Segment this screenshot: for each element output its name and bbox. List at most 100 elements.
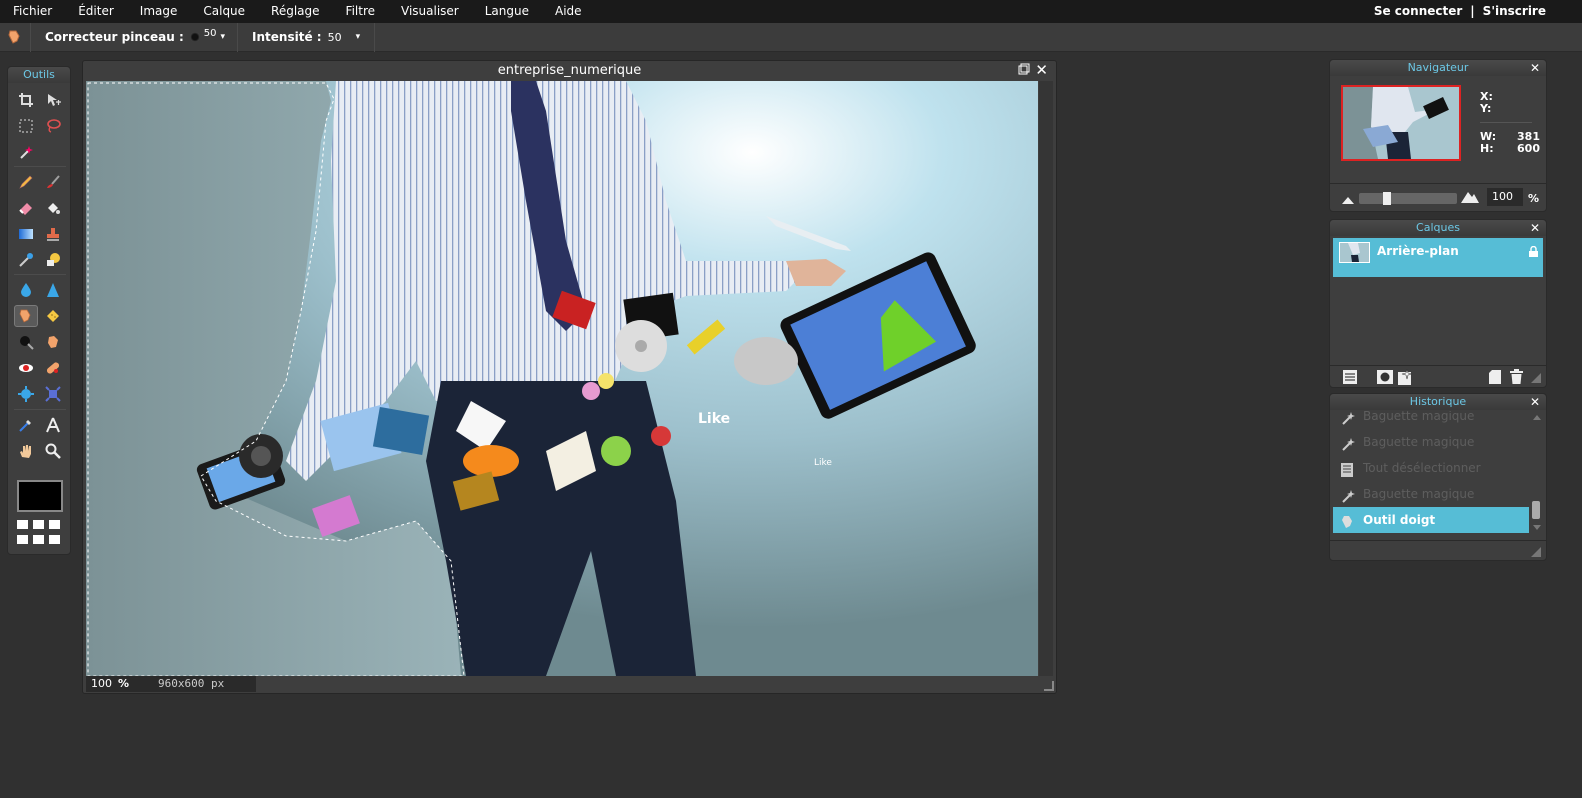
layer-mask-icon[interactable] <box>1377 370 1393 387</box>
menu-aide[interactable]: Aide <box>542 0 595 23</box>
navigator-zoom-input[interactable]: 100 <box>1487 188 1523 206</box>
navigator-zoom-slider-knob[interactable] <box>1383 192 1391 205</box>
dodge-tool[interactable] <box>41 331 65 353</box>
blur-tool[interactable] <box>14 279 38 301</box>
brush-dropdown-icon[interactable]: ▾ <box>221 32 226 42</box>
stamp-icon <box>47 228 59 241</box>
tools-panel-title: Outils <box>8 67 70 83</box>
history-title: Historique <box>1409 395 1467 408</box>
history-list: Baguette magique Baguette magique Tout d… <box>1333 411 1529 539</box>
layers-panel: Calques ✕ Arrière-plan <box>1329 219 1547 388</box>
zoom-tool[interactable] <box>41 440 65 462</box>
color-replace-tool[interactable] <box>14 249 38 271</box>
login-link[interactable]: Se connecter <box>1374 0 1462 23</box>
document-status-bar: 100 % 960x600 px <box>86 676 256 692</box>
brush-size-value[interactable]: 50 <box>204 28 217 39</box>
lasso-tool[interactable] <box>41 115 65 137</box>
zoom-in-mountain-icon[interactable] <box>1461 189 1479 206</box>
pencil-tool[interactable] <box>14 171 38 193</box>
history-item[interactable]: Baguette magique <box>1333 429 1529 455</box>
menu-editer[interactable]: Éditer <box>65 0 127 23</box>
close-layers-icon[interactable]: ✕ <box>1530 220 1540 236</box>
crop-icon <box>19 93 33 107</box>
close-document-icon[interactable]: ✕ <box>1035 61 1048 79</box>
signup-link[interactable]: S'inscrire <box>1483 0 1546 23</box>
account-links: Se connecter | S'inscrire <box>1374 0 1546 23</box>
new-layer-icon[interactable] <box>1489 370 1501 387</box>
menu-langue[interactable]: Langue <box>472 0 542 23</box>
history-scrollbar[interactable] <box>1531 413 1542 533</box>
resize-handle-icon[interactable] <box>1044 681 1054 691</box>
layer-styles-icon[interactable] <box>1398 368 1414 388</box>
history-item[interactable]: Baguette magique <box>1333 411 1529 429</box>
marquee-tool[interactable] <box>14 115 38 137</box>
gradient-tool[interactable] <box>14 223 38 245</box>
close-history-icon[interactable]: ✕ <box>1530 394 1540 410</box>
layer-settings-icon[interactable] <box>1343 370 1357 387</box>
menu-image[interactable]: Image <box>127 0 191 23</box>
history-header: Historique ✕ <box>1330 394 1546 410</box>
pinch-tool[interactable] <box>41 383 65 405</box>
layer-thumbnail <box>1339 242 1370 263</box>
history-item-label: Baguette magique <box>1363 487 1475 501</box>
trash-icon[interactable] <box>1510 369 1523 387</box>
menu-filtre[interactable]: Filtre <box>333 0 388 23</box>
pencil-icon <box>19 175 33 189</box>
burn-tool[interactable] <box>14 331 38 353</box>
drawing-tool[interactable] <box>41 249 65 271</box>
navigator-zoom-bar: 100 % <box>1330 183 1546 212</box>
sharpen-tool[interactable] <box>41 279 65 301</box>
clone-stamp-tool[interactable] <box>41 223 65 245</box>
brush-preview-icon[interactable] <box>189 32 200 42</box>
canvas-image[interactable]: Like Like <box>86 81 1038 676</box>
brush-tool[interactable] <box>41 171 65 193</box>
foreground-color-swatch[interactable] <box>17 480 63 512</box>
bloat-tool[interactable] <box>14 383 38 405</box>
image-canvas[interactable]: Like Like <box>86 81 1038 676</box>
document-zoom-unit: % <box>118 677 130 690</box>
zoom-out-mountain-icon[interactable] <box>1342 193 1354 207</box>
smudge-finger-icon <box>19 309 31 323</box>
intensity-dropdown-icon[interactable]: ▾ <box>356 32 361 42</box>
red-eye-icon <box>19 364 33 372</box>
magic-wand-tool[interactable] <box>14 141 38 163</box>
menu-calque[interactable]: Calque <box>190 0 258 23</box>
move-tool[interactable] <box>41 89 65 111</box>
restore-window-icon[interactable] <box>1018 63 1030 78</box>
menu-fichier[interactable]: Fichier <box>0 0 65 23</box>
sponge-icon <box>47 310 59 322</box>
type-tool[interactable] <box>41 414 65 436</box>
move-icon <box>48 94 61 106</box>
navigator-thumbnail[interactable] <box>1341 85 1461 161</box>
layout-switch-icon[interactable] <box>17 520 63 548</box>
document-vertical-scrollbar[interactable] <box>1039 81 1053 676</box>
navigator-info: X: Y: W: 381 H: 600 <box>1480 91 1540 155</box>
history-scrollbar-thumb[interactable] <box>1532 501 1540 519</box>
history-item-active[interactable]: Outil doigt <box>1333 507 1529 533</box>
menu-reglage[interactable]: Réglage <box>258 0 333 23</box>
layer-name: Arrière-plan <box>1377 244 1459 258</box>
layer-row[interactable]: Arrière-plan <box>1333 238 1543 277</box>
color-picker-tool[interactable] <box>14 414 38 436</box>
crop-tool[interactable] <box>14 89 38 111</box>
smudge-tool[interactable] <box>14 305 38 327</box>
red-eye-tool[interactable] <box>14 357 38 379</box>
panel-resize-icon[interactable] <box>1531 372 1541 386</box>
history-item[interactable]: Tout désélectionner <box>1333 455 1529 481</box>
fill-tool[interactable] <box>41 197 65 219</box>
navigator-zoom-slider[interactable] <box>1359 192 1457 205</box>
spot-heal-tool[interactable] <box>41 357 65 379</box>
close-navigator-icon[interactable]: ✕ <box>1530 60 1540 76</box>
document-zoom-value[interactable]: 100 <box>91 676 112 692</box>
navigator-panel: Navigateur ✕ X: Y: W: 381 H: 600 100 % <box>1329 59 1547 212</box>
intensity-value[interactable]: 50 <box>328 31 342 44</box>
tool-options-bar: Correcteur pinceau : 50 ▾ Intensité : 50… <box>0 22 1582 52</box>
layers-title: Calques <box>1416 221 1460 234</box>
sponge-tool[interactable] <box>41 305 65 327</box>
panel-resize-icon[interactable] <box>1531 546 1541 560</box>
eraser-tool[interactable] <box>14 197 38 219</box>
menu-visualiser[interactable]: Visualiser <box>388 0 472 23</box>
history-item[interactable]: Baguette magique <box>1333 481 1529 507</box>
marquee-icon <box>19 119 33 133</box>
hand-tool[interactable] <box>14 440 38 462</box>
